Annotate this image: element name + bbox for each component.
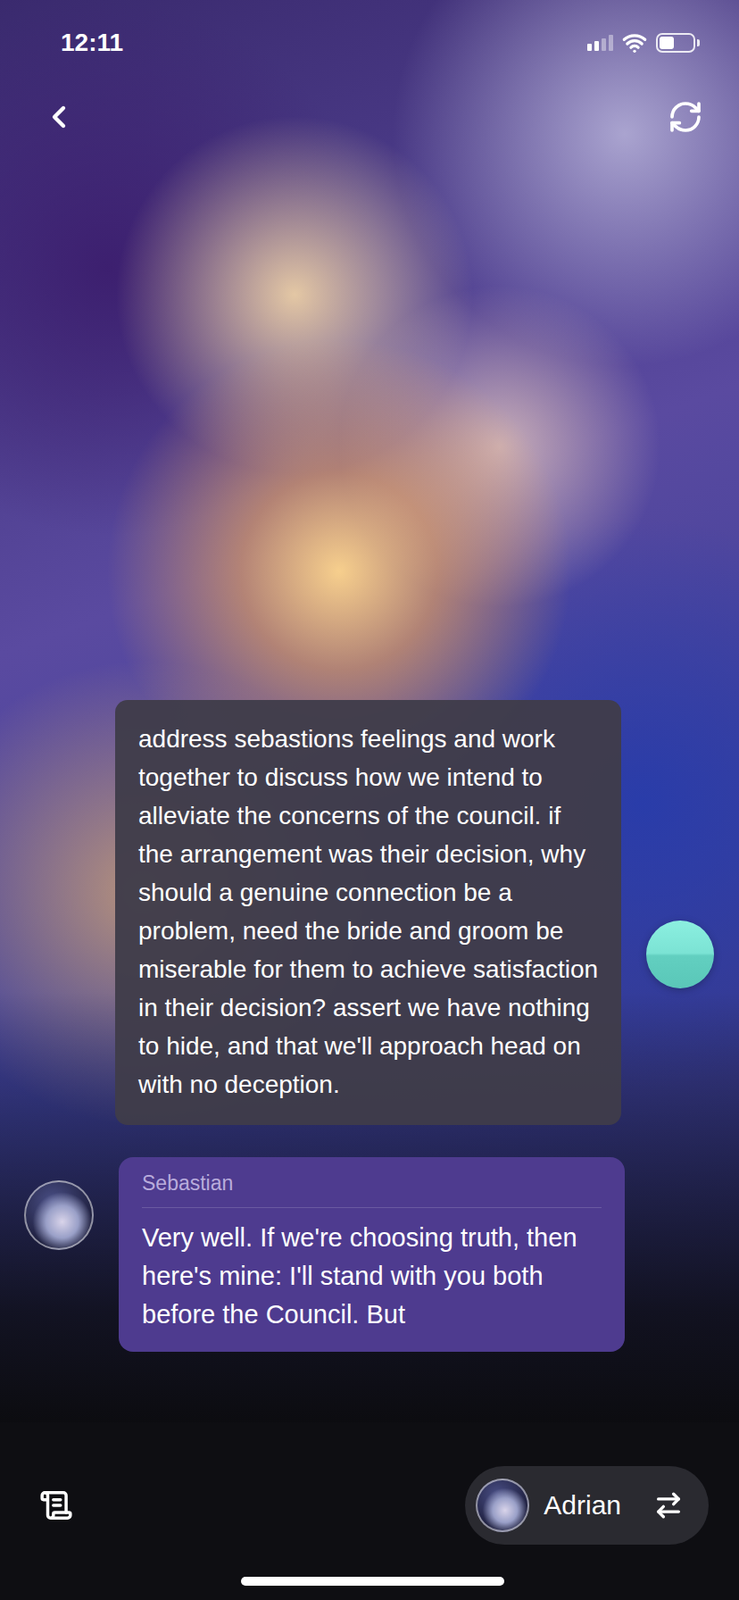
- floating-button[interactable]: [646, 920, 715, 989]
- chat-screen: 12:11 address sebastions feelings and wor…: [0, 0, 739, 1600]
- status-icons: [587, 30, 700, 56]
- back-icon: [41, 99, 77, 135]
- header: [0, 85, 739, 149]
- character-avatar[interactable]: [24, 1179, 94, 1250]
- battery-fill: [659, 36, 674, 50]
- persona-switch[interactable]: Adrian: [464, 1465, 709, 1545]
- refresh-icon: [667, 99, 704, 135]
- swap-icon: [653, 1489, 684, 1520]
- character-name: Sebastian: [141, 1169, 602, 1208]
- character-message[interactable]: SebastianVery well. If we're choosing tr…: [118, 1156, 625, 1352]
- status-time: 12:11: [60, 28, 124, 58]
- wifi-icon: [622, 30, 648, 56]
- signal-icon: [587, 34, 614, 51]
- battery-icon: [655, 33, 700, 53]
- persona-avatar: [475, 1478, 530, 1532]
- message-list: address sebastions feelings and work tog…: [0, 148, 739, 1422]
- persona-name: Adrian: [543, 1489, 640, 1520]
- user-message[interactable]: address sebastions feelings and work tog…: [115, 699, 622, 1125]
- bottom-toolbar: Adrian: [35, 1465, 709, 1545]
- bottom-bar: Adrian: [0, 1421, 739, 1600]
- script-button[interactable]: [35, 1484, 77, 1526]
- refresh-button[interactable]: [664, 95, 707, 139]
- signal-bar: [608, 34, 614, 51]
- signal-bar: [601, 38, 607, 51]
- battery-tip: [697, 39, 700, 47]
- home-indicator-row: [35, 1576, 709, 1600]
- back-button[interactable]: [37, 95, 81, 139]
- user-message-row: address sebastions feelings and work tog…: [0, 699, 739, 1125]
- battery-body: [655, 33, 696, 53]
- script-icon: [39, 1487, 74, 1522]
- signal-bar: [594, 41, 599, 51]
- message-text: Very well. If we're choosing truth, then…: [141, 1207, 602, 1334]
- character-message-row: SebastianVery well. If we're choosing tr…: [0, 1156, 739, 1352]
- signal-bar: [587, 43, 592, 51]
- status-bar: 12:11: [0, 0, 739, 86]
- home-indicator[interactable]: [240, 1576, 505, 1586]
